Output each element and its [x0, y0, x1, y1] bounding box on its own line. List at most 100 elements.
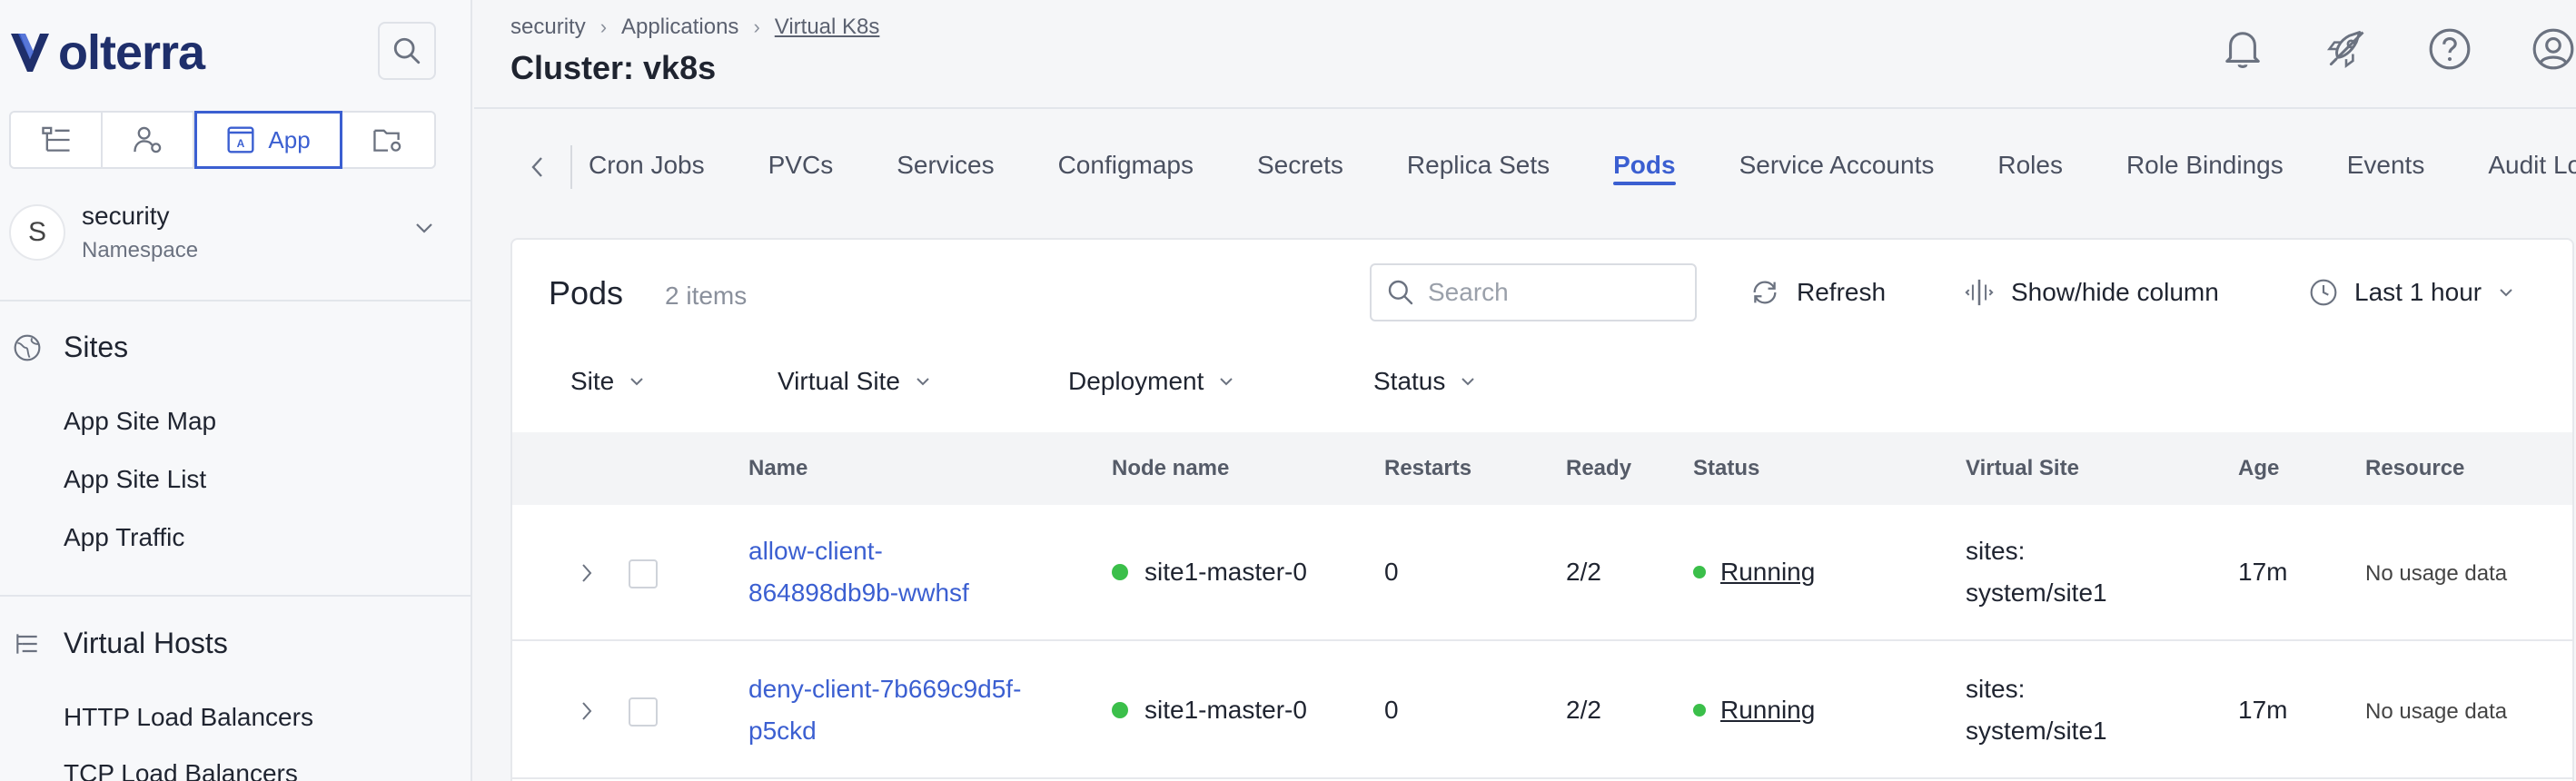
- search-input[interactable]: [1428, 278, 1682, 307]
- help-icon: [2429, 28, 2471, 70]
- virtual-site-cell: sites: system/site1: [1966, 530, 2107, 614]
- namespace-name: security: [82, 202, 170, 230]
- sidebar-item-app-site-map[interactable]: App Site Map: [64, 407, 216, 436]
- user-icon: [2532, 28, 2574, 70]
- mode-tab-users[interactable]: [103, 113, 195, 167]
- tab-replica-sets[interactable]: Replica Sets: [1407, 111, 1550, 220]
- pod-name-link[interactable]: allow-client- 864898db9b-wwhsf: [748, 530, 969, 614]
- search-box: [1370, 263, 1697, 321]
- filter-virtual-site[interactable]: Virtual Site: [778, 354, 931, 409]
- tab-roles[interactable]: Roles: [1997, 111, 2063, 220]
- chevron-left-icon[interactable]: [529, 154, 547, 180]
- mode-tab-app[interactable]: A App: [194, 111, 342, 169]
- column-header-node-name[interactable]: Node name: [1112, 456, 1229, 481]
- status-dot: [1693, 703, 1706, 717]
- mode-tab-hierarchy[interactable]: [11, 113, 104, 167]
- top-icons: [2220, 24, 2576, 74]
- mode-switcher: A App: [9, 111, 436, 169]
- breadcrumb-applications[interactable]: Applications: [621, 15, 738, 40]
- tab-cron-jobs[interactable]: Cron Jobs: [589, 111, 705, 220]
- table-row[interactable]: deny-client-7b669c9d5f- p5ckd site1-mast…: [512, 643, 2572, 779]
- chevron-down-icon: [630, 378, 643, 386]
- virtual-site-cell: sites: system/site1: [1966, 668, 2107, 752]
- filter-bar: Site Virtual Site Deployment Status: [512, 354, 2572, 409]
- page-title: Cluster: vk8s: [510, 49, 717, 86]
- notifications-button[interactable]: [2220, 24, 2265, 74]
- ready-cell: 2/2: [1566, 558, 1601, 586]
- user-account-button[interactable]: [2531, 24, 2576, 74]
- clock-icon: [2310, 279, 2337, 306]
- sidebar-section-virtual-hosts[interactable]: Virtual Hosts: [13, 627, 228, 660]
- status-link[interactable]: Running: [1720, 696, 1815, 724]
- sidebar-item-tcp-load-balancers[interactable]: TCP Load Balancers: [64, 759, 298, 781]
- help-button[interactable]: [2427, 24, 2472, 74]
- resource-cell: No usage data: [2365, 561, 2508, 586]
- status-dot: [1693, 565, 1706, 578]
- column-header-status[interactable]: Status: [1693, 456, 1759, 481]
- tab-role-bindings[interactable]: Role Bindings: [2126, 111, 2284, 220]
- column-header-virtual-site[interactable]: Virtual Site: [1966, 456, 2079, 481]
- column-header-ready[interactable]: Ready: [1566, 456, 1631, 481]
- column-header-name[interactable]: Name: [748, 456, 807, 481]
- sidebar-search-button[interactable]: [378, 22, 436, 80]
- logo-v-icon: [11, 34, 49, 72]
- tab-audit-logs[interactable]: Audit Logs: [2488, 111, 2576, 220]
- globe-icon: [14, 334, 41, 361]
- filter-deployment[interactable]: Deployment: [1068, 354, 1234, 409]
- pod-name-line: 864898db9b-wwhsf: [748, 578, 969, 607]
- sidebar-section-sites[interactable]: Sites: [13, 331, 128, 364]
- column-header-restarts[interactable]: Restarts: [1384, 456, 1471, 481]
- virtual-site-line: sites:: [1966, 675, 2026, 703]
- filter-site[interactable]: Site: [570, 354, 645, 409]
- column-header-resource[interactable]: Resource: [2365, 456, 2464, 481]
- volterra-logo[interactable]: olterra: [9, 25, 205, 80]
- ready-cell: 2/2: [1566, 696, 1601, 724]
- tab-services[interactable]: Services: [897, 111, 994, 220]
- virtual-site-line: system/site1: [1966, 717, 2107, 745]
- chevron-right-icon[interactable]: [580, 561, 594, 585]
- status-dot: [1112, 563, 1128, 580]
- breadcrumb: security › Applications › Virtual K8s: [510, 15, 879, 40]
- logo-text: olterra: [58, 25, 205, 80]
- filter-status[interactable]: Status: [1373, 354, 1476, 409]
- refresh-button[interactable]: Refresh: [1749, 263, 1886, 321]
- tab-events[interactable]: Events: [2347, 111, 2425, 220]
- namespace-avatar: S: [9, 204, 65, 261]
- sidebar-item-app-traffic[interactable]: App Traffic: [64, 523, 184, 552]
- sidebar-item-app-site-list[interactable]: App Site List: [64, 465, 206, 494]
- filter-label: Deployment: [1068, 367, 1204, 395]
- row-checkbox[interactable]: [629, 697, 658, 727]
- column-header-age[interactable]: Age: [2238, 456, 2279, 481]
- main-content: security › Applications › Virtual K8s Cl…: [474, 0, 2576, 781]
- table-row[interactable]: allow-client- 864898db9b-wwhsf site1-mas…: [512, 505, 2572, 641]
- resource-cell: No usage data: [2365, 699, 2508, 724]
- namespace-label: Namespace: [82, 238, 199, 262]
- virtual-site-line: system/site1: [1966, 578, 2107, 607]
- tab-configmaps[interactable]: Configmaps: [1058, 111, 1194, 220]
- row-checkbox[interactable]: [629, 559, 658, 588]
- sidebar-item-http-load-balancers[interactable]: HTTP Load Balancers: [64, 703, 313, 732]
- age-cell: 17m: [2238, 558, 2288, 586]
- pod-name-line: deny-client-7b669c9d5f-: [748, 675, 1022, 703]
- show-hide-columns-button[interactable]: Show/hide column: [1964, 263, 2219, 321]
- sidebar-divider: [0, 300, 471, 302]
- mode-tab-folder-settings[interactable]: [342, 113, 434, 167]
- breadcrumb-virtual-k8s[interactable]: Virtual K8s: [775, 15, 880, 40]
- time-range-label: Last 1 hour: [2354, 278, 2482, 306]
- chevron-right-icon[interactable]: [580, 699, 594, 723]
- time-range-selector[interactable]: Last 1 hour: [2309, 263, 2514, 321]
- tab-service-accounts[interactable]: Service Accounts: [1739, 111, 1935, 220]
- breadcrumb-security[interactable]: security: [510, 15, 586, 40]
- status-cell: Running: [1693, 696, 1815, 725]
- status-cell: Running: [1693, 558, 1815, 587]
- pod-name-link[interactable]: deny-client-7b669c9d5f- p5ckd: [748, 668, 1021, 752]
- tab-pods[interactable]: Pods: [1613, 111, 1677, 220]
- tab-secrets[interactable]: Secrets: [1257, 111, 1343, 220]
- virtual-site-line: sites:: [1966, 537, 2026, 565]
- status-link[interactable]: Running: [1720, 558, 1815, 586]
- launch-button[interactable]: [2323, 24, 2369, 74]
- tab-pvcs[interactable]: PVCs: [768, 111, 834, 220]
- filter-label: Virtual Site: [778, 367, 900, 395]
- pod-name-line: p5ckd: [748, 717, 817, 745]
- namespace-selector[interactable]: S security Namespace: [9, 196, 454, 269]
